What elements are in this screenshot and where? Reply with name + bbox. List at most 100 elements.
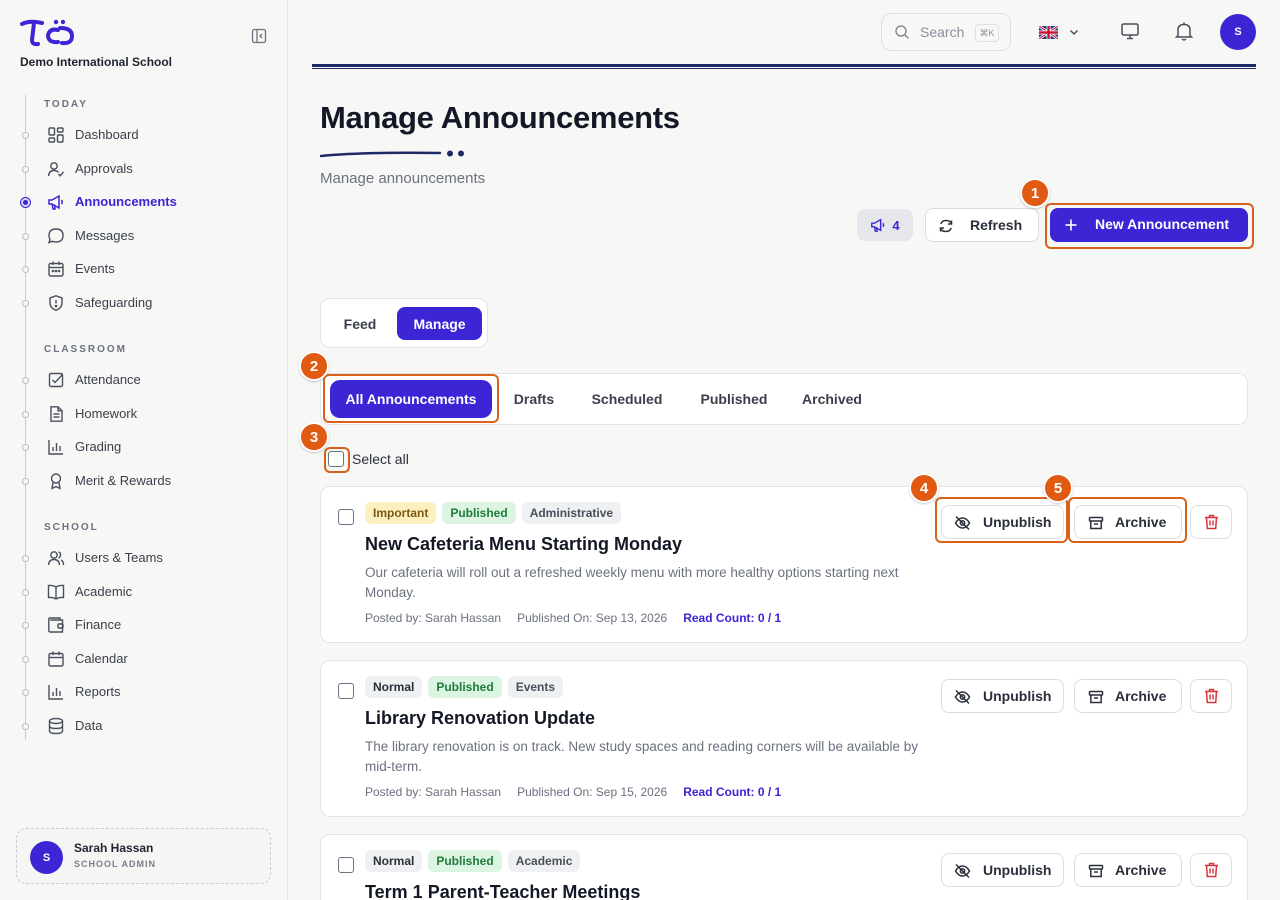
select-all[interactable]: Select all bbox=[328, 451, 409, 467]
unpublish-button[interactable]: Unpublish bbox=[941, 505, 1064, 539]
category-badge: Academic bbox=[507, 850, 581, 872]
delete-button[interactable] bbox=[1190, 853, 1232, 887]
sidebar-item-grading[interactable]: Grading bbox=[20, 432, 270, 462]
page-title: Manage Announcements bbox=[320, 100, 680, 135]
book-icon bbox=[47, 583, 65, 601]
nav-dot bbox=[22, 233, 29, 240]
sidebar-item-label: Announcements bbox=[75, 194, 177, 209]
sidebar-item-messages[interactable]: Messages bbox=[20, 221, 270, 251]
sidebar-item-merit-rewards[interactable]: Merit & Rewards bbox=[20, 466, 270, 496]
card-checkbox[interactable] bbox=[338, 509, 354, 525]
nav-dot bbox=[22, 622, 29, 629]
card-checkbox[interactable] bbox=[338, 683, 354, 699]
sidebar-item-label: Data bbox=[75, 718, 103, 733]
delete-button[interactable] bbox=[1190, 505, 1232, 539]
published-on: Published On: Sep 13, 2026 bbox=[517, 611, 668, 625]
tab-manage[interactable]: Manage bbox=[397, 307, 482, 340]
sidebar: Demo International School TODAY Dashboar… bbox=[0, 0, 288, 900]
tag-list: Normal Published Academic bbox=[365, 850, 581, 872]
eye-off-icon bbox=[954, 689, 971, 705]
archive-button[interactable]: Archive bbox=[1074, 505, 1182, 539]
sidebar-item-label: Dashboard bbox=[75, 127, 139, 142]
announcement-card: Normal Published Academic Term 1 Parent-… bbox=[320, 834, 1248, 900]
section-label-today: TODAY bbox=[44, 99, 88, 110]
refresh-button[interactable]: Refresh bbox=[925, 208, 1039, 242]
announcement-card: Normal Published Events Library Renovati… bbox=[320, 660, 1248, 817]
header-divider bbox=[312, 64, 1256, 69]
count-value: 4 bbox=[892, 217, 900, 233]
section-label-classroom: CLASSROOM bbox=[44, 344, 127, 355]
unpublish-button[interactable]: Unpublish bbox=[941, 679, 1064, 713]
annotation-marker-3: 3 bbox=[299, 422, 329, 452]
unpublish-label: Unpublish bbox=[983, 688, 1052, 704]
sidebar-item-announcements[interactable]: Announcements bbox=[20, 187, 270, 217]
annotation-marker-1: 1 bbox=[1020, 178, 1050, 208]
sidebar-item-label: Messages bbox=[75, 228, 135, 243]
announcement-meta: Posted by: Sarah Hassan Published On: Se… bbox=[365, 611, 781, 625]
chat-bubble-icon bbox=[47, 227, 65, 245]
tab-published[interactable]: Published bbox=[691, 380, 777, 418]
school-logo[interactable] bbox=[20, 18, 74, 48]
annotation-marker-2: 2 bbox=[299, 351, 329, 381]
sidebar-item-safeguarding[interactable]: Safeguarding bbox=[20, 288, 270, 318]
calendar-icon bbox=[47, 260, 65, 278]
sidebar-item-events[interactable]: Events bbox=[20, 254, 270, 284]
announcement-title[interactable]: New Cafeteria Menu Starting Monday bbox=[365, 534, 682, 555]
bar-chart-icon bbox=[47, 683, 65, 701]
bell-icon[interactable] bbox=[1173, 20, 1195, 42]
tag-list: Important Published Administrative bbox=[365, 502, 622, 524]
archive-button[interactable]: Archive bbox=[1074, 853, 1182, 887]
new-announcement-button[interactable]: New Announcement bbox=[1050, 208, 1248, 242]
school-name: Demo International School bbox=[20, 55, 173, 69]
nav-dot bbox=[22, 689, 29, 696]
sidebar-item-academic[interactable]: Academic bbox=[20, 577, 270, 607]
monitor-icon[interactable] bbox=[1119, 20, 1141, 42]
tab-all-announcements[interactable]: All Announcements bbox=[330, 380, 492, 418]
announcement-title[interactable]: Library Renovation Update bbox=[365, 708, 595, 729]
sidebar-item-dashboard[interactable]: Dashboard bbox=[20, 120, 270, 150]
sidebar-item-calendar[interactable]: Calendar bbox=[20, 644, 270, 674]
sidebar-item-approvals[interactable]: Approvals bbox=[20, 154, 270, 184]
nav-dot bbox=[22, 589, 29, 596]
sidebar-item-attendance[interactable]: Attendance bbox=[20, 365, 270, 395]
delete-button[interactable] bbox=[1190, 679, 1232, 713]
sidebar-item-label: Attendance bbox=[75, 372, 141, 387]
tab-archived[interactable]: Archived bbox=[795, 380, 869, 418]
sidebar-item-label: Events bbox=[75, 261, 115, 276]
user-check-icon bbox=[47, 160, 65, 178]
card-checkbox[interactable] bbox=[338, 857, 354, 873]
archive-button[interactable]: Archive bbox=[1074, 679, 1182, 713]
user-name: Sarah Hassan bbox=[74, 841, 154, 855]
read-count[interactable]: Read Count: 0 / 1 bbox=[683, 611, 781, 625]
sidebar-item-label: Finance bbox=[75, 617, 122, 632]
chevron-down-icon bbox=[1068, 26, 1080, 38]
sidebar-collapse-icon[interactable] bbox=[251, 28, 267, 44]
sidebar-item-finance[interactable]: Finance bbox=[20, 610, 270, 640]
sidebar-item-data[interactable]: Data bbox=[20, 711, 270, 741]
search-placeholder: Search bbox=[920, 24, 965, 40]
unpublish-button[interactable]: Unpublish bbox=[941, 853, 1064, 887]
announcement-title[interactable]: Term 1 Parent-Teacher Meetings bbox=[365, 882, 640, 900]
sidebar-item-label: Users & Teams bbox=[75, 550, 163, 565]
tab-drafts[interactable]: Drafts bbox=[504, 380, 564, 418]
nav-dot bbox=[22, 266, 29, 273]
select-all-checkbox[interactable] bbox=[328, 451, 344, 467]
tab-feed[interactable]: Feed bbox=[329, 307, 391, 340]
search-input[interactable]: Search ⌘K bbox=[881, 13, 1011, 51]
select-all-label: Select all bbox=[352, 451, 409, 467]
priority-badge: Normal bbox=[365, 850, 423, 872]
language-selector[interactable] bbox=[1039, 22, 1080, 42]
refresh-label: Refresh bbox=[970, 217, 1023, 233]
award-icon bbox=[47, 472, 65, 490]
read-count[interactable]: Read Count: 0 / 1 bbox=[683, 785, 781, 799]
sidebar-item-homework[interactable]: Homework bbox=[20, 399, 270, 429]
nav-dot bbox=[22, 444, 29, 451]
announcement-count-badge: 4 bbox=[857, 209, 913, 241]
current-user-card[interactable]: S Sarah Hassan SCHOOL ADMIN bbox=[16, 828, 271, 884]
calendar-icon bbox=[47, 650, 65, 668]
sidebar-item-users-teams[interactable]: Users & Teams bbox=[20, 543, 270, 573]
database-icon bbox=[47, 717, 65, 735]
tab-scheduled[interactable]: Scheduled bbox=[583, 380, 671, 418]
sidebar-item-reports[interactable]: Reports bbox=[20, 677, 270, 707]
avatar[interactable]: S bbox=[1220, 14, 1256, 50]
